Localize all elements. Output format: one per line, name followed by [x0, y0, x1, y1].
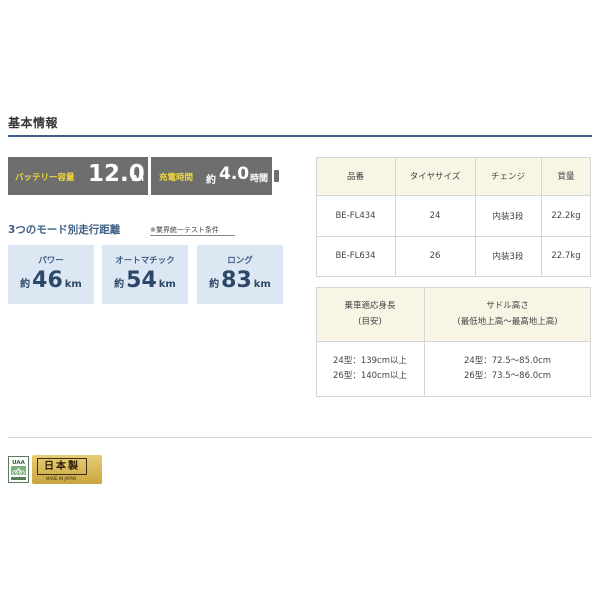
certification-icon: UAA: [8, 456, 29, 483]
charge-time-panel: 充電時間 約 4.0 時間: [151, 157, 272, 195]
mode-label: オートマチック: [115, 256, 175, 266]
spec-cell: BE-FL634: [335, 251, 376, 261]
charge-time-label: 充電時間: [159, 173, 194, 183]
mode-card-long: ロング 約83 km: [197, 245, 283, 304]
fit-header-height-line2: (目安): [358, 317, 382, 327]
spec-header-model: 品番: [316, 157, 395, 195]
fit-saddle-values: 24型：72.5～85.0cm 26型：73.5～86.0cm: [424, 341, 591, 396]
fit-header-saddle-line2: (最低地上高～最高地上高): [457, 317, 558, 327]
modes-heading: 3つのモード別走行距離: [8, 224, 121, 236]
table-border: [316, 276, 591, 277]
battery-capacity-label: バッテリー容量: [15, 173, 75, 183]
section-title: 基本情報: [8, 116, 59, 130]
spec-cell: 内装3段: [492, 252, 524, 262]
bottom-divider: [8, 437, 592, 438]
spec-cell: 内装3段: [492, 211, 524, 222]
table-border: [541, 157, 542, 277]
modes-note-underline: [150, 235, 235, 236]
table-border: [590, 287, 591, 397]
table-border: [590, 157, 591, 277]
mode-prefix: 約: [114, 279, 125, 290]
table-border: [316, 396, 591, 397]
table-border: [424, 287, 425, 397]
made-in-japan-subtext: MADE IN JAPAN: [45, 476, 77, 481]
made-in-japan-badge: 日本製 MADE IN JAPAN: [32, 455, 102, 484]
fit-saddle-value: 24型：72.5～85.0cm: [463, 355, 552, 366]
table-border: [475, 157, 476, 277]
mode-unit: km: [64, 279, 82, 290]
spec-cell: 22.2kg: [551, 210, 581, 221]
fit-header-height: 乗車適応身長 (目安): [316, 287, 424, 341]
mode-unit: km: [253, 279, 271, 290]
table-border: [316, 195, 591, 196]
spec-cell: BE-FL434: [335, 210, 376, 221]
fit-height-value: 26型：140cm以上: [333, 370, 407, 381]
battery-banner: バッテリー容量 12.0 Ah 充電時間 約 4.0 時間: [8, 157, 279, 195]
certification-text: UAA: [12, 460, 26, 466]
battery-capacity-panel: バッテリー容量 12.0 Ah: [8, 157, 148, 195]
fit-height-value: 24型：139cm以上: [333, 355, 407, 366]
mode-prefix: 約: [20, 279, 31, 290]
mode-label: パワー: [38, 256, 64, 266]
fit-header-saddle-line1: サドル高さ: [486, 301, 529, 311]
mode-distance-value: 83: [221, 268, 252, 293]
certification-badge: UAA: [8, 456, 29, 483]
battery-tip: [274, 170, 279, 182]
fit-height-values: 24型：139cm以上 26型：140cm以上: [316, 341, 424, 396]
mode-distance-value: 46: [32, 268, 63, 293]
spec-cell: 24: [429, 210, 441, 221]
charge-time-prefix: 約: [206, 175, 216, 186]
battery-capacity-unit: Ah: [132, 174, 144, 183]
mode-distance-value: 54: [126, 268, 157, 293]
mode-distance: 約83 km: [197, 268, 283, 293]
table-border: [316, 287, 591, 288]
title-divider: [8, 135, 592, 137]
table-border: [395, 157, 396, 277]
table-border: [316, 157, 317, 277]
fit-header-height-line1: 乗車適応身長: [344, 301, 396, 311]
mode-prefix: 約: [209, 279, 220, 290]
spec-header-tire: タイヤサイズ: [395, 157, 475, 195]
spec-cell: 22.7kg: [551, 251, 581, 261]
fit-header-saddle: サドル高さ (最低地上高～最高地上高): [424, 287, 591, 341]
table-border: [316, 157, 591, 158]
table-border: [316, 236, 591, 237]
table-border: [316, 287, 317, 397]
charge-time-value: 4.0: [219, 164, 250, 184]
spec-header-weight: 質量: [541, 157, 591, 195]
table-border: [316, 341, 591, 342]
mode-distance: 約54 km: [102, 268, 188, 293]
mode-distance: 約46 km: [8, 268, 94, 293]
mode-label: ロング: [227, 256, 253, 266]
mode-card-power: パワー 約46 km: [8, 245, 94, 304]
made-in-japan-label: 日本製: [37, 458, 87, 475]
spec-cell: 26: [429, 251, 441, 261]
fit-saddle-value: 26型：73.5～86.0cm: [463, 370, 552, 381]
mode-card-automatic: オートマチック 約54 km: [102, 245, 188, 304]
charge-time-unit: 時間: [250, 174, 269, 184]
modes-note: ※業界統一テスト条件: [150, 226, 219, 234]
spec-header-gear: チェンジ: [475, 157, 541, 195]
mode-unit: km: [158, 279, 176, 290]
